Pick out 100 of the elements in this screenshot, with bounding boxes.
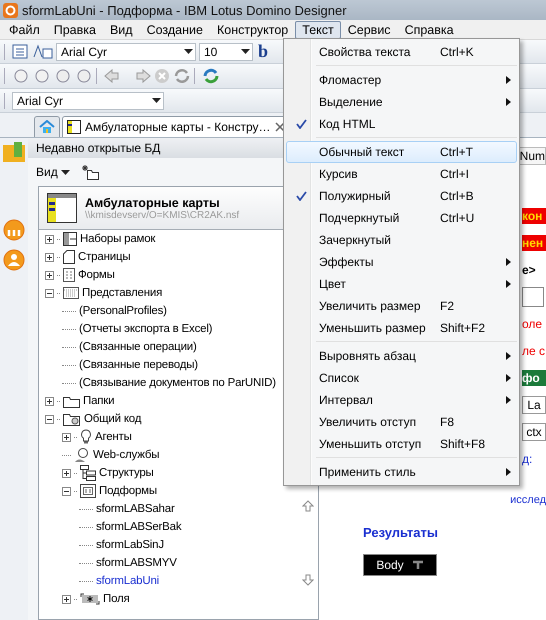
font-dropdown[interactable]: Arial Cyr xyxy=(12,92,164,110)
scroll-down-icon[interactable] xyxy=(302,574,314,586)
tree-item[interactable]: Общий код xyxy=(84,413,142,425)
menu-item[interactable]: Увеличить размер F2 xyxy=(286,295,517,317)
folder-icon xyxy=(63,394,80,408)
tree-item[interactable]: Агенты xyxy=(95,431,132,443)
body-field[interactable]: Body xyxy=(363,554,437,576)
expand-toggle[interactable] xyxy=(45,270,54,280)
menu-item[interactable]: Увеличить отступ F8 xyxy=(286,411,517,433)
menu-item[interactable]: Эффекты xyxy=(286,251,517,273)
input-field[interactable] xyxy=(522,286,544,306)
design-text: ctx xyxy=(522,422,546,440)
menu-item[interactable]: Уменьшить отступ Shift+F8 xyxy=(286,433,517,455)
design-text: нен xyxy=(522,234,546,250)
expand-toggle[interactable] xyxy=(45,234,54,244)
tree-item[interactable]: Страницы xyxy=(78,251,130,263)
menu-item[interactable]: Уменьшить размер Shift+F2 xyxy=(286,317,517,339)
design-text: фо xyxy=(522,370,546,386)
window-title: sformLabUni - Подформа - IBM Lotus Domino Designer xyxy=(22,2,347,18)
link[interactable]: исслед xyxy=(510,492,546,506)
design-text: ле с xyxy=(522,342,546,358)
menu-item[interactable]: Подчеркнутый Ctrl+U xyxy=(286,207,517,229)
font-dropdown[interactable]: Arial Cyr xyxy=(56,42,196,60)
menu-item[interactable]: Текст xyxy=(295,20,341,38)
tree-item[interactable]: sformLABSMYV xyxy=(96,557,177,569)
menu-item[interactable]: Правка xyxy=(46,20,103,38)
frameset-icon xyxy=(63,232,77,246)
tree-item[interactable]: (Отчеты экспорта в Excel) xyxy=(79,323,212,335)
tree-item[interactable]: Наборы рамок xyxy=(80,233,156,245)
menu-item[interactable]: Выровнять абзац xyxy=(286,345,517,367)
folder-icon xyxy=(63,412,81,426)
design-text: e> xyxy=(522,262,537,278)
tree-item[interactable]: (Связанные переводы) xyxy=(79,359,198,371)
subform-icon xyxy=(80,484,96,498)
collapse-toggle[interactable] xyxy=(45,414,54,424)
section-heading: Результаты xyxy=(363,525,439,540)
dropdown-arrow-icon[interactable] xyxy=(152,98,161,104)
view-menu-button[interactable]: Вид xyxy=(36,165,70,179)
database-icon xyxy=(67,120,81,134)
panel-title: Недавно открытые БД xyxy=(36,141,160,155)
form-icon xyxy=(63,268,75,282)
dropdown-arrow-icon[interactable] xyxy=(241,48,250,54)
tree-item[interactable]: (PersonalProfiles) xyxy=(79,305,167,317)
tree-item[interactable]: (Связанные операции) xyxy=(79,341,197,353)
expand-toggle[interactable] xyxy=(62,468,71,478)
menu-item[interactable]: Файл xyxy=(2,20,47,38)
menu-item[interactable]: Выделение xyxy=(286,91,517,113)
dropdown-arrow-icon[interactable] xyxy=(184,48,193,54)
tree-item[interactable]: sformLabSinJ xyxy=(96,539,164,551)
home-icon xyxy=(39,120,55,134)
menu-item[interactable]: Зачеркнутый xyxy=(286,229,517,251)
outline-icon xyxy=(80,465,96,481)
database-icon xyxy=(47,193,77,223)
field-icon xyxy=(80,593,100,605)
app-logo-icon xyxy=(3,2,18,18)
home-tab[interactable] xyxy=(34,116,60,137)
bold-button[interactable]: b xyxy=(256,41,270,62)
collapse-toggle[interactable] xyxy=(62,486,71,496)
menu-item[interactable]: Цвет xyxy=(286,273,517,295)
collapse-toggle[interactable] xyxy=(45,288,54,298)
expand-toggle[interactable] xyxy=(45,396,54,406)
menu-item[interactable]: Курсив Ctrl+I xyxy=(286,163,517,185)
expand-toggle[interactable] xyxy=(45,252,54,262)
design-text: La xyxy=(522,396,546,414)
text-properties-icon[interactable] xyxy=(12,44,30,60)
tree-item[interactable]: sformLabUni xyxy=(96,575,159,587)
tree-item[interactable]: Формы xyxy=(78,269,115,281)
people-icon[interactable] xyxy=(3,219,25,241)
font-size-dropdown[interactable]: 10 xyxy=(199,42,253,60)
menu-item[interactable]: Вид xyxy=(102,20,140,38)
menu-item[interactable]: Полужирный Ctrl+B xyxy=(286,185,517,207)
refresh-icon[interactable] xyxy=(173,68,191,84)
scroll-up-icon[interactable] xyxy=(302,500,314,512)
menu-item[interactable]: Создание xyxy=(140,20,210,38)
style-icon[interactable] xyxy=(33,44,53,60)
person-icon[interactable] xyxy=(3,249,25,271)
menu-item[interactable]: Сервис xyxy=(340,20,398,38)
dropdown-arrow-icon[interactable] xyxy=(61,170,70,176)
menu-item[interactable]: Список xyxy=(286,367,517,389)
tree-item[interactable]: Представления xyxy=(82,287,162,299)
tree-item[interactable]: sformLABSerBak xyxy=(96,521,182,533)
tree-item[interactable]: Папки xyxy=(83,395,114,407)
menu-item[interactable]: Обычный текст Ctrl+T xyxy=(286,141,517,163)
menu-item[interactable]: Применить стиль xyxy=(286,461,517,483)
expand-toggle[interactable] xyxy=(62,594,71,604)
tree-item[interactable]: (Связывание документов по ParUNID) xyxy=(79,377,276,389)
new-folder-icon[interactable] xyxy=(82,164,100,180)
menu-item[interactable]: Конструктор xyxy=(210,20,296,38)
tree-item[interactable]: Поля xyxy=(103,593,130,605)
refresh-icon[interactable] xyxy=(202,68,220,84)
tree-item[interactable]: sformLABSahar xyxy=(96,503,175,515)
tree-item[interactable]: Структуры xyxy=(99,467,154,479)
view-icon xyxy=(63,287,79,299)
close-icon[interactable] xyxy=(274,122,285,132)
tree-item[interactable]: Подформы xyxy=(99,485,157,497)
menu-item[interactable]: Свойства текста Ctrl+K xyxy=(286,41,517,63)
menu-item[interactable]: Справка xyxy=(398,20,461,38)
menu-item[interactable]: Интервал xyxy=(286,389,517,411)
tree-item[interactable]: Web-службы xyxy=(93,449,160,461)
expand-toggle[interactable] xyxy=(62,432,71,442)
